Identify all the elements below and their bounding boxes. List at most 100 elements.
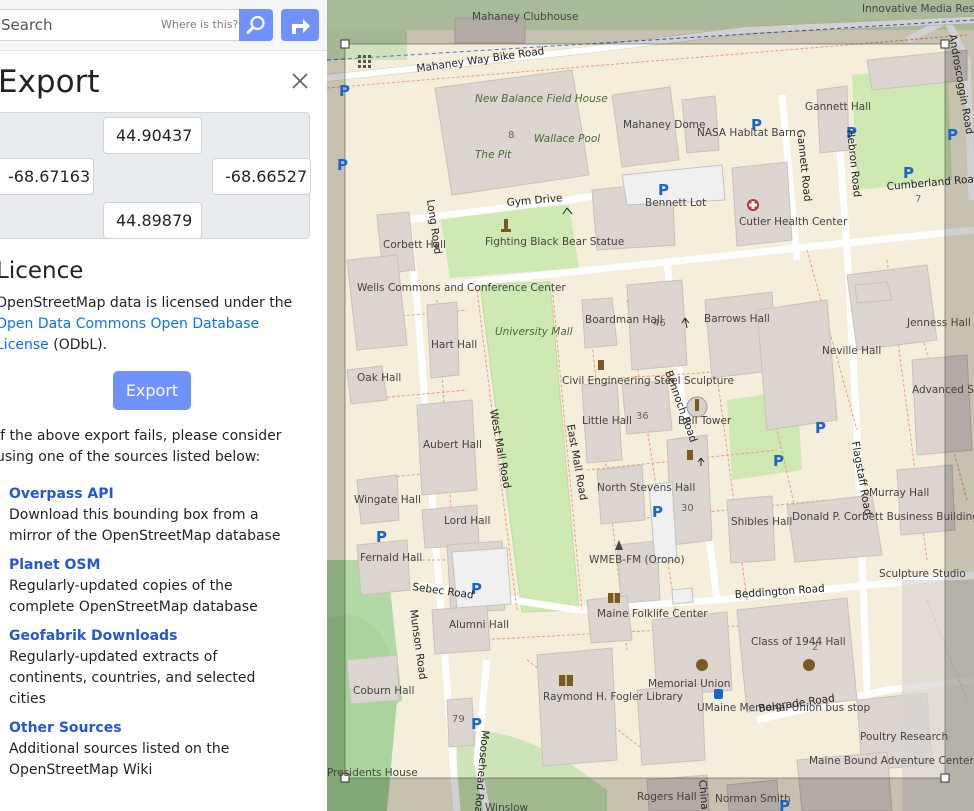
building-number: 30 [681,503,694,514]
svg-text:P: P [815,419,826,437]
map-label: Murray Hall [869,487,929,499]
map-view[interactable]: P P P P P P P P P P P P P P 8 7 46 36 30… [327,0,974,811]
map-label: Mahaney Dome [623,119,705,131]
map-label: Sculpture Studio [879,568,966,580]
sculpture-icon [598,360,604,370]
overpass-link[interactable]: Overpass API [9,484,299,505]
map-label: Boardman Hall [585,314,663,326]
export-title: Export [0,64,100,100]
min-lon-input[interactable]: -68.67163 [0,158,94,195]
map-label: Civil Engineering Steel Sculpture [562,375,734,387]
map-label: WMEB-FM (Orono) [589,554,685,566]
map-label: Coburn Hall [353,685,414,697]
map-label: Maine Folklife Center [597,608,708,620]
map-label: North Stevens Hall [597,482,695,494]
bounding-box-panel: 44.90437 -68.67163 -68.66527 44.89879 [0,112,311,239]
source-planet: Planet OSM Regularly-updated copies of t… [9,555,299,618]
source-geofabrik: Geofabrik Downloads Regularly-updated ex… [9,626,269,710]
export-button[interactable]: Export [113,371,191,410]
geofabrik-link[interactable]: Geofabrik Downloads [9,626,269,647]
source-description: Additional sources listed on the OpenStr… [9,741,230,778]
map-label: Oak Hall [357,372,401,384]
building-number: 79 [452,714,465,725]
map-label: NASA Habitat Barn [697,127,796,139]
map-label: Presidents House [327,767,418,779]
close-button[interactable] [289,70,311,92]
building-number: 36 [636,411,649,422]
search-bar: Search Where is this? [0,0,327,51]
licence-prefix: OpenStreetMap data is licensed under the [0,295,293,311]
map-label: Wallace Pool [534,133,600,145]
map-label: Lord Hall [444,515,490,527]
fallback-note: If the above export fails, please consid… [0,428,282,465]
map-label: Mahaney Clubhouse [472,11,578,23]
map-label: Gannett Hall [805,101,871,113]
monument-icon [687,450,693,460]
theatre-icon [696,659,708,671]
building-number: 7 [915,194,921,205]
map-label: Wells Commons and Conference Center [357,282,566,294]
theatre-icon [803,659,815,671]
licence-text: OpenStreetMap data is licensed under the… [0,293,296,356]
svg-text:P: P [947,126,958,144]
source-description: Regularly-updated copies of the complete… [9,578,258,615]
library-icon [559,675,573,686]
map-label: Advanced Structures and Composites Cente… [912,384,974,396]
svg-text:P: P [773,452,784,470]
map-label: Class of 1944 Hall [751,636,846,648]
where-is-this-link[interactable]: Where is this? [161,18,238,31]
source-description: Download this bounding box from a mirror… [9,507,281,544]
svg-text:P: P [337,156,348,174]
max-lon-input[interactable]: -68.66527 [212,158,311,195]
library-icon [608,593,620,603]
svg-text:P: P [652,503,663,521]
building-number: 8 [508,130,514,141]
map-label: Wingate Hall [354,494,421,506]
max-lat-input[interactable]: 44.90437 [103,117,202,154]
map-label: Fighting Black Bear Statue [485,236,624,248]
map-label: New Balance Field House [475,93,608,105]
map-label: Rogers Hall [637,791,697,803]
map-label: Little Hall [582,415,632,427]
map-label: Winslow [485,802,529,811]
map-label: Fernald Hall [360,552,422,564]
map-label: Shibles Hall [731,516,792,528]
health-cross-icon [747,199,759,211]
map-label: Norman Smith [715,793,791,805]
map-label: Corbett Hall [383,239,446,251]
directions-icon [292,19,310,34]
map-label: Innovative Media Research and Commercial… [862,3,974,15]
svg-text:P: P [339,82,350,100]
map-label: Hart Hall [431,339,477,351]
map-label: Neville Hall [822,345,881,357]
map-label: Bennett Lot [645,197,706,209]
close-icon [292,73,308,89]
other-sources-link[interactable]: Other Sources [9,718,249,739]
map-canvas[interactable]: P P P P P P P P P P P P P P 8 7 46 36 30… [327,0,974,811]
licence-heading: Licence [0,258,84,284]
map-label: Memorial Union [648,678,730,690]
map-label: Cutler Health Center [739,216,848,228]
search-button[interactable] [239,9,273,41]
map-label: Donald P. Corbett Business Building [792,511,974,523]
source-other: Other Sources Additional sources listed … [9,718,249,781]
map-label: Barrows Hall [704,313,770,325]
grid-icon [358,55,371,68]
map-label: Jenness Hall [906,317,971,329]
map-label: Bell Tower [678,415,732,427]
bus-stop-icon [714,689,723,699]
search-icon [246,15,265,34]
map-label: Raymond H. Fogler Library [543,691,683,703]
source-description: Regularly-updated extracts of continents… [9,649,256,707]
svg-text:P: P [376,528,387,546]
min-lat-input[interactable]: 44.89879 [103,202,202,239]
map-label: Poultry Research [860,731,948,743]
map-label: Alumni Hall [449,619,509,631]
source-overpass: Overpass API Download this bounding box … [9,484,299,547]
planet-osm-link[interactable]: Planet OSM [9,555,299,576]
licence-suffix: (ODbL). [53,337,108,353]
map-label: The Pit [475,149,512,161]
sidebar: Search Where is this? Export 44.90437 -6… [0,0,327,811]
directions-button[interactable] [281,9,319,41]
odbl-link[interactable]: Open Data Commons Open Database License [0,316,259,353]
